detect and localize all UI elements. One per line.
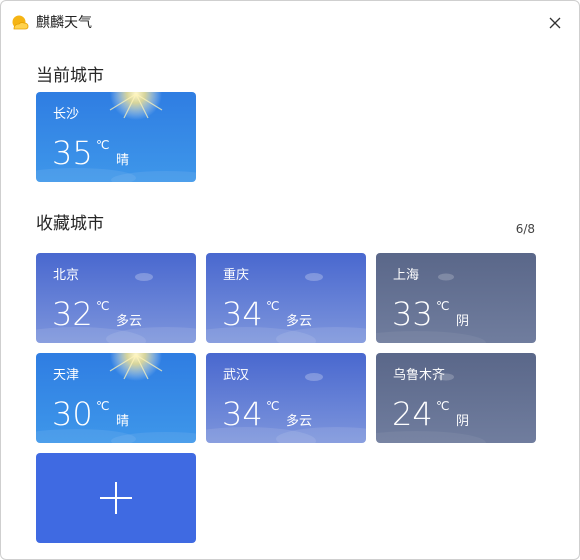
favorite-city-card[interactable]: 上海 33 ℃ 阴	[376, 253, 536, 343]
close-icon	[549, 17, 561, 29]
favorite-cities-heading: 收藏城市	[36, 214, 104, 234]
weather-condition: 阴	[456, 414, 470, 429]
plus-icon	[100, 482, 132, 514]
city-name: 北京	[53, 268, 80, 283]
app-title: 麒麟天气	[36, 15, 92, 31]
city-name: 上海	[393, 268, 420, 283]
weather-condition: 多云	[286, 314, 313, 329]
close-button[interactable]	[541, 9, 569, 37]
favorites-counter: 6/8	[515, 222, 535, 236]
favorite-city-card[interactable]: 乌鲁木齐 24 ℃ 阴	[376, 353, 536, 443]
favorite-city-card[interactable]: 北京 32 ℃ 多云	[36, 253, 196, 343]
title-bar: 麒麟天气	[1, 1, 579, 45]
favorite-city-card[interactable]: 天津 30 ℃ 晴	[36, 353, 196, 443]
temperature-unit: ℃	[96, 299, 110, 313]
weather-window: 麒麟天气 当前城市 长沙 35 ℃ 晴 收藏城市 6/8 北京 32 ℃ 多云 …	[0, 0, 580, 560]
city-name: 乌鲁木齐	[393, 368, 446, 383]
temperature-unit: ℃	[436, 399, 450, 413]
city-name: 武汉	[223, 368, 250, 383]
favorite-city-card[interactable]: 武汉 34 ℃ 多云	[206, 353, 366, 443]
temperature: 33	[392, 295, 433, 333]
weather-condition: 晴	[116, 153, 130, 168]
favorite-city-card[interactable]: 重庆 34 ℃ 多云	[206, 253, 366, 343]
temperature: 34	[222, 295, 263, 333]
temperature: 32	[52, 295, 93, 333]
city-name: 长沙	[53, 107, 80, 122]
weather-condition: 多云	[286, 414, 313, 429]
weather-condition: 阴	[456, 314, 470, 329]
weather-condition: 晴	[116, 414, 130, 429]
current-city-card[interactable]: 长沙 35 ℃ 晴	[36, 92, 196, 182]
temperature: 35	[52, 134, 93, 172]
temperature-unit: ℃	[96, 399, 110, 413]
current-city-heading: 当前城市	[36, 66, 104, 86]
temperature: 24	[392, 395, 433, 433]
temperature: 30	[52, 395, 93, 433]
temperature-unit: ℃	[96, 138, 110, 152]
temperature-unit: ℃	[266, 399, 280, 413]
temperature-unit: ℃	[266, 299, 280, 313]
weather-app-icon	[12, 15, 29, 30]
temperature: 34	[222, 395, 263, 433]
add-city-button[interactable]	[36, 453, 196, 543]
temperature-unit: ℃	[436, 299, 450, 313]
city-name: 重庆	[223, 268, 250, 283]
weather-condition: 多云	[116, 314, 143, 329]
city-name: 天津	[53, 368, 80, 383]
